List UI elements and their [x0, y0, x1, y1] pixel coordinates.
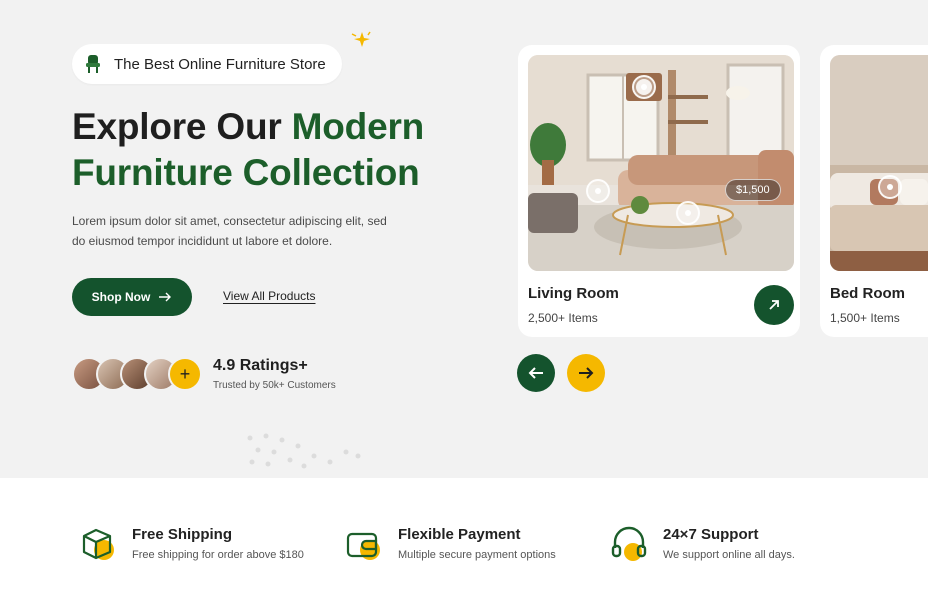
more-avatars-button[interactable]: + [168, 357, 202, 391]
headset-icon [611, 526, 647, 561]
title-green-2: Furniture Collection [72, 152, 420, 193]
carousel-next-button[interactable] [567, 354, 605, 392]
decorative-dots [247, 433, 361, 469]
arrow-left-icon [528, 367, 543, 379]
card-title: Bed Room [830, 285, 905, 302]
feature-support: 24×7 Support We support online all days. [609, 524, 795, 564]
arrow-right-icon [579, 367, 594, 379]
ratings-subtitle: Trusted by 50k+ Customers [213, 380, 336, 391]
hero-section: The Best Online Furniture Store Explore … [0, 0, 928, 478]
category-card-bed-room[interactable]: Bed Room 1,500+ Items [820, 45, 928, 337]
feature-desc: We support online all days. [663, 549, 795, 561]
box-icon [82, 528, 114, 560]
shop-now-label: Shop Now [91, 290, 151, 304]
feature-title: Free Shipping [132, 526, 233, 543]
title-green-1: Modern [291, 106, 425, 147]
hotspot-pillow[interactable] [878, 175, 902, 199]
shop-now-button[interactable]: Shop Now [72, 278, 192, 316]
hotspot-armchair[interactable] [586, 179, 610, 203]
sparkle-icon [351, 31, 371, 47]
feature-title: 24×7 Support [663, 526, 759, 543]
customer-avatars: + [72, 357, 212, 391]
chair-icon [82, 53, 104, 75]
arrow-right-icon [159, 292, 172, 302]
card-item-count: 1,500+ Items [830, 311, 900, 325]
feature-desc: Free shipping for order above $180 [132, 549, 304, 561]
hero-description: Lorem ipsum dolor sit amet, consectetur … [72, 214, 387, 248]
ratings-title: 4.9 Ratings+ [213, 357, 308, 374]
feature-free-shipping: Free Shipping Free shipping for order ab… [78, 524, 304, 564]
open-category-button[interactable] [754, 285, 794, 325]
feature-title: Flexible Payment [398, 526, 521, 543]
store-badge: The Best Online Furniture Store [72, 44, 342, 84]
feature-flexible-payment: Flexible Payment Multiple secure payment… [344, 524, 556, 564]
card-item-count: 2,500+ Items [528, 311, 598, 325]
store-badge-label: The Best Online Furniture Store [114, 55, 326, 73]
arrow-up-right-icon [769, 300, 779, 310]
category-card-living-room[interactable]: $1,500 Living Room 2,500+ Items [518, 45, 800, 337]
hotspot-table[interactable] [676, 201, 700, 225]
living-room-photo: $1,500 [528, 55, 794, 271]
view-all-products-link[interactable]: View All Products [223, 289, 316, 303]
bed-room-photo [830, 55, 928, 271]
feature-desc: Multiple secure payment options [398, 549, 556, 561]
carousel-prev-button[interactable] [517, 354, 555, 392]
title-plain: Explore Our [72, 106, 292, 147]
card-title: Living Room [528, 285, 619, 302]
hotspot-lamp[interactable] [632, 75, 656, 99]
wallet-icon [346, 532, 380, 560]
price-tag: $1,500 [725, 179, 781, 201]
hero-title: Explore Our Modern Furniture Collection [72, 104, 424, 196]
